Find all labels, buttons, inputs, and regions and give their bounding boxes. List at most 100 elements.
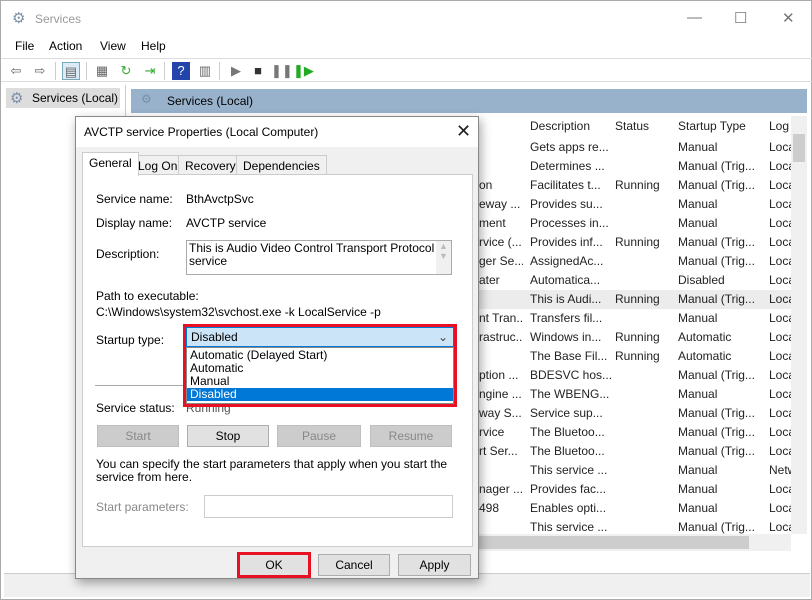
- table-row[interactable]: rvice The Bluetoo... Manual (Trig... Loca: [479, 423, 791, 442]
- table-cell: Loca: [769, 178, 791, 192]
- tab-general[interactable]: General: [82, 152, 139, 176]
- table-row[interactable]: way S... Service sup... Manual (Trig... Loc…: [479, 404, 791, 423]
- pause-service-icon[interactable]: ❚❚: [271, 62, 293, 80]
- table-row[interactable]: ment Processes in... Manual Loca: [479, 214, 791, 233]
- table-cell: This service ...: [530, 463, 608, 477]
- description-text[interactable]: This is Audio Video Control Transport Pr…: [186, 240, 452, 275]
- table-cell: eway ...: [479, 197, 521, 211]
- toolbar: ⇦ ⇨ ▤ ▦ ↻ ⇥ ? ▥ ▶ ■ ❚❚ ❚▶: [1, 58, 812, 82]
- stop-service-icon[interactable]: ■: [249, 62, 267, 80]
- table-row[interactable]: Gets apps re... Manual Loca: [479, 138, 791, 157]
- apply-button[interactable]: Apply: [398, 554, 471, 576]
- action-pane-icon[interactable]: ▥: [196, 62, 214, 80]
- table-cell: ater: [479, 273, 500, 287]
- column-startup-type[interactable]: Startup Type: [678, 119, 746, 133]
- table-cell: Automatic: [678, 349, 732, 363]
- table-row[interactable]: rt Ser... The Bluetoo... Manual (Trig... Lo…: [479, 442, 791, 461]
- description-scrollbar[interactable]: ▲ ▼: [436, 241, 451, 274]
- table-cell: nt Tran...: [479, 311, 523, 325]
- table-cell: Manual: [678, 216, 718, 230]
- column-description[interactable]: Description: [530, 119, 590, 133]
- table-row[interactable]: eway ... Provides su... Manual Loca: [479, 195, 791, 214]
- maximize-button[interactable]: ☐: [734, 9, 747, 27]
- table-cell: Manual (Trig...: [678, 425, 755, 439]
- table-cell: ment: [479, 216, 506, 230]
- table-cell: Loca: [769, 330, 791, 344]
- gear-icon: ⚙: [141, 92, 152, 106]
- menu-action[interactable]: Action: [49, 39, 82, 53]
- properties-icon[interactable]: ▦: [93, 62, 111, 80]
- show-hide-console-tree-icon[interactable]: ▤: [62, 62, 80, 80]
- close-button[interactable]: ✕: [782, 9, 795, 27]
- help-icon[interactable]: ?: [172, 62, 190, 80]
- table-row[interactable]: nager ... Provides fac... Manual Loca: [479, 480, 791, 499]
- table-row[interactable]: nt Tran... Transfers fil... Manual Loca: [479, 309, 791, 328]
- table-row[interactable]: rastruc... Windows in... Running Automatic L…: [479, 328, 791, 347]
- column-status[interactable]: Status: [615, 119, 649, 133]
- back-icon[interactable]: ⇦: [7, 62, 25, 80]
- table-row[interactable]: ater Automatica... Disabled Loca: [479, 271, 791, 290]
- table-cell: ption ...: [479, 368, 519, 382]
- table-cell: Loca: [769, 159, 791, 173]
- table-cell: The Bluetoo...: [530, 425, 605, 439]
- column-log-on-as[interactable]: Log: [769, 119, 789, 133]
- table-row[interactable]: ption ... BDESVC hos... Manual (Trig... Loc…: [479, 366, 791, 385]
- table-row[interactable]: ger Se... AssignedAc... Manual (Trig... Loc…: [479, 252, 791, 271]
- table-cell: Manual (Trig...: [678, 406, 755, 420]
- start-button[interactable]: Start: [97, 425, 179, 447]
- resume-button[interactable]: Resume: [370, 425, 452, 447]
- scroll-thumb[interactable]: [479, 536, 749, 549]
- table-cell: Determines ...: [530, 159, 605, 173]
- service-name-value: BthAvctpSvc: [186, 192, 254, 206]
- table-row[interactable]: This service ... Manual Netw: [479, 461, 791, 480]
- properties-dialog: AVCTP service Properties (Local Computer…: [75, 116, 479, 579]
- start-service-icon[interactable]: ▶: [227, 62, 245, 80]
- table-cell: on: [479, 178, 493, 192]
- start-parameters-input[interactable]: [204, 495, 453, 518]
- start-parameters-label: Start parameters:: [96, 500, 189, 514]
- pause-button[interactable]: Pause: [277, 425, 361, 447]
- table-cell: Loca: [769, 482, 791, 496]
- table-row[interactable]: on Facilitates t... Running Manual (Trig...…: [479, 176, 791, 195]
- path-value: C:\Windows\system32\svchost.exe -k Local…: [96, 305, 381, 319]
- tab-log-on[interactable]: Log On: [131, 155, 185, 175]
- table-cell: BDESVC hos...: [530, 368, 612, 382]
- tree-item-services-local[interactable]: ⚙ Services (Local): [6, 88, 120, 108]
- export-list-icon[interactable]: ⇥: [141, 62, 159, 80]
- dialog-close-icon[interactable]: ✕: [456, 121, 471, 142]
- forward-icon[interactable]: ⇨: [31, 62, 49, 80]
- restart-service-icon[interactable]: ❚▶: [293, 62, 314, 80]
- refresh-icon[interactable]: ↻: [117, 62, 135, 80]
- stop-button[interactable]: Stop: [187, 425, 269, 447]
- table-row[interactable]: This is Audi... Running Manual (Trig... Loc…: [479, 290, 791, 309]
- table-cell: Loca: [769, 368, 791, 382]
- tab-dependencies[interactable]: Dependencies: [236, 155, 327, 175]
- table-cell: This service ...: [530, 520, 608, 534]
- table-row[interactable]: The Base Fil... Running Automatic Loca: [479, 347, 791, 366]
- scroll-thumb[interactable]: [793, 134, 805, 162]
- minimize-button[interactable]: —: [687, 9, 702, 26]
- dialog-title: AVCTP service Properties (Local Computer…: [84, 125, 319, 139]
- vertical-scrollbar[interactable]: [791, 116, 807, 534]
- tab-recovery[interactable]: Recovery: [178, 155, 243, 175]
- table-cell: Running: [615, 349, 660, 363]
- table-cell: ger Se...: [479, 254, 523, 268]
- table-row[interactable]: Determines ... Manual (Trig... Loca: [479, 157, 791, 176]
- table-cell: Loca: [769, 216, 791, 230]
- table-row[interactable]: 498 Enables opti... Manual Loca: [479, 499, 791, 518]
- horizontal-scrollbar[interactable]: [479, 534, 791, 551]
- menu-help[interactable]: Help: [141, 39, 166, 53]
- table-cell: Disabled: [678, 273, 725, 287]
- table-cell: Manual (Trig...: [678, 520, 755, 534]
- menu-view[interactable]: View: [100, 39, 126, 53]
- table-row[interactable]: ngine ... The WBENG... Manual Loca: [479, 385, 791, 404]
- table-row[interactable]: rvice (... Provides inf... Running Manual (…: [479, 233, 791, 252]
- table-cell: Loca: [769, 444, 791, 458]
- table-cell: Loca: [769, 520, 791, 534]
- display-name-label: Display name:: [96, 216, 173, 230]
- table-cell: Transfers fil...: [530, 311, 603, 325]
- cancel-button[interactable]: Cancel: [318, 554, 390, 576]
- table-cell: 498: [479, 501, 500, 515]
- table-cell: Loca: [769, 273, 791, 287]
- menu-file[interactable]: File: [15, 39, 34, 53]
